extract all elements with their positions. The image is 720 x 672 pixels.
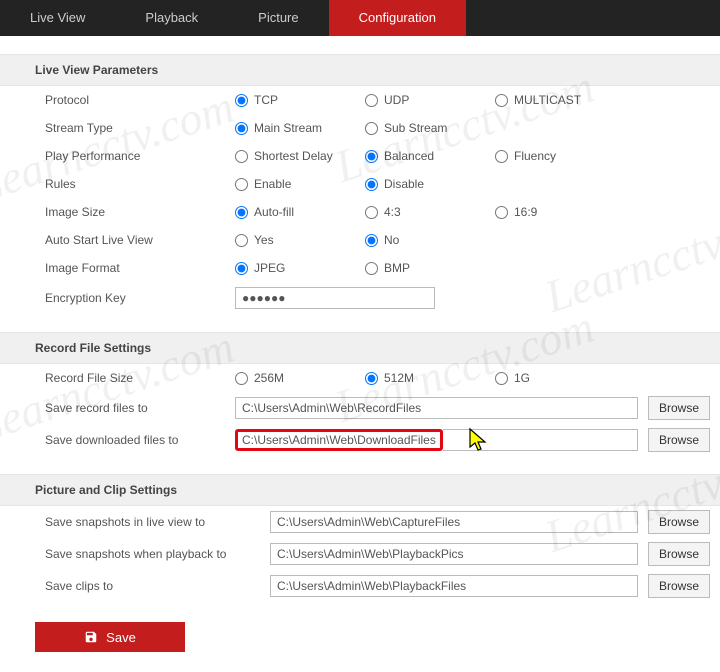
- snapshot-playback-path-input[interactable]: [270, 543, 638, 565]
- label-play-performance: Play Performance: [45, 149, 235, 163]
- label-snapshot-liveview: Save snapshots in live view to: [45, 515, 270, 529]
- save-button[interactable]: Save: [35, 622, 185, 652]
- radio-perf-balanced[interactable]: Balanced: [365, 149, 475, 163]
- radio-size-autofill[interactable]: Auto-fill: [235, 205, 345, 219]
- tab-configuration[interactable]: Configuration: [329, 0, 466, 36]
- section-record-file: Record File Settings: [0, 332, 720, 364]
- browse-downloaded-button[interactable]: Browse: [648, 428, 710, 452]
- encryption-key-input[interactable]: [235, 287, 435, 309]
- label-image-format: Image Format: [45, 261, 235, 275]
- radio-rules-disable[interactable]: Disable: [365, 177, 475, 191]
- radio-size-169[interactable]: 16:9: [495, 205, 605, 219]
- browse-snapshot-liveview-button[interactable]: Browse: [648, 510, 710, 534]
- radio-perf-fluency[interactable]: Fluency: [495, 149, 605, 163]
- radio-protocol-tcp[interactable]: TCP: [235, 93, 345, 107]
- label-save-record: Save record files to: [45, 401, 235, 415]
- label-image-size: Image Size: [45, 205, 235, 219]
- browse-snapshot-playback-button[interactable]: Browse: [648, 542, 710, 566]
- radio-stream-sub[interactable]: Sub Stream: [365, 121, 475, 135]
- section-picture-clip: Picture and Clip Settings: [0, 474, 720, 506]
- section-live-view-params: Live View Parameters: [0, 54, 720, 86]
- label-auto-start: Auto Start Live View: [45, 233, 235, 247]
- label-stream-type: Stream Type: [45, 121, 235, 135]
- radio-autostart-yes[interactable]: Yes: [235, 233, 345, 247]
- tab-live-view[interactable]: Live View: [0, 0, 115, 36]
- browse-clips-button[interactable]: Browse: [648, 574, 710, 598]
- radio-size-256m[interactable]: 256M: [235, 371, 345, 385]
- tab-picture[interactable]: Picture: [228, 0, 328, 36]
- snapshot-liveview-path-input[interactable]: [270, 511, 638, 533]
- radio-size-1g[interactable]: 1G: [495, 371, 605, 385]
- save-downloaded-path-display[interactable]: C:\Users\Admin\Web\DownloadFiles: [242, 433, 436, 447]
- label-save-downloaded: Save downloaded files to: [45, 433, 235, 447]
- radio-protocol-udp[interactable]: UDP: [365, 93, 475, 107]
- label-snapshot-playback: Save snapshots when playback to: [45, 547, 270, 561]
- download-path-highlight: C:\Users\Admin\Web\DownloadFiles: [235, 429, 443, 451]
- top-nav: Live View Playback Picture Configuration: [0, 0, 720, 36]
- save-record-path-input[interactable]: [235, 397, 638, 419]
- tab-playback[interactable]: Playback: [115, 0, 228, 36]
- label-protocol: Protocol: [45, 93, 235, 107]
- label-rules: Rules: [45, 177, 235, 191]
- save-clips-path-input[interactable]: [270, 575, 638, 597]
- radio-stream-main[interactable]: Main Stream: [235, 121, 345, 135]
- label-encryption-key: Encryption Key: [45, 291, 235, 305]
- radio-protocol-multicast[interactable]: MULTICAST: [495, 93, 605, 107]
- radio-format-bmp[interactable]: BMP: [365, 261, 475, 275]
- radio-autostart-no[interactable]: No: [365, 233, 475, 247]
- configuration-panel: Live View Parameters Protocol TCP UDP MU…: [0, 54, 720, 672]
- radio-rules-enable[interactable]: Enable: [235, 177, 345, 191]
- save-icon: [84, 630, 98, 644]
- radio-size-512m[interactable]: 512M: [365, 371, 475, 385]
- radio-size-43[interactable]: 4:3: [365, 205, 475, 219]
- label-save-clips: Save clips to: [45, 579, 270, 593]
- browse-record-button[interactable]: Browse: [648, 396, 710, 420]
- radio-format-jpeg[interactable]: JPEG: [235, 261, 345, 275]
- radio-perf-shortest[interactable]: Shortest Delay: [235, 149, 345, 163]
- label-record-file-size: Record File Size: [45, 371, 235, 385]
